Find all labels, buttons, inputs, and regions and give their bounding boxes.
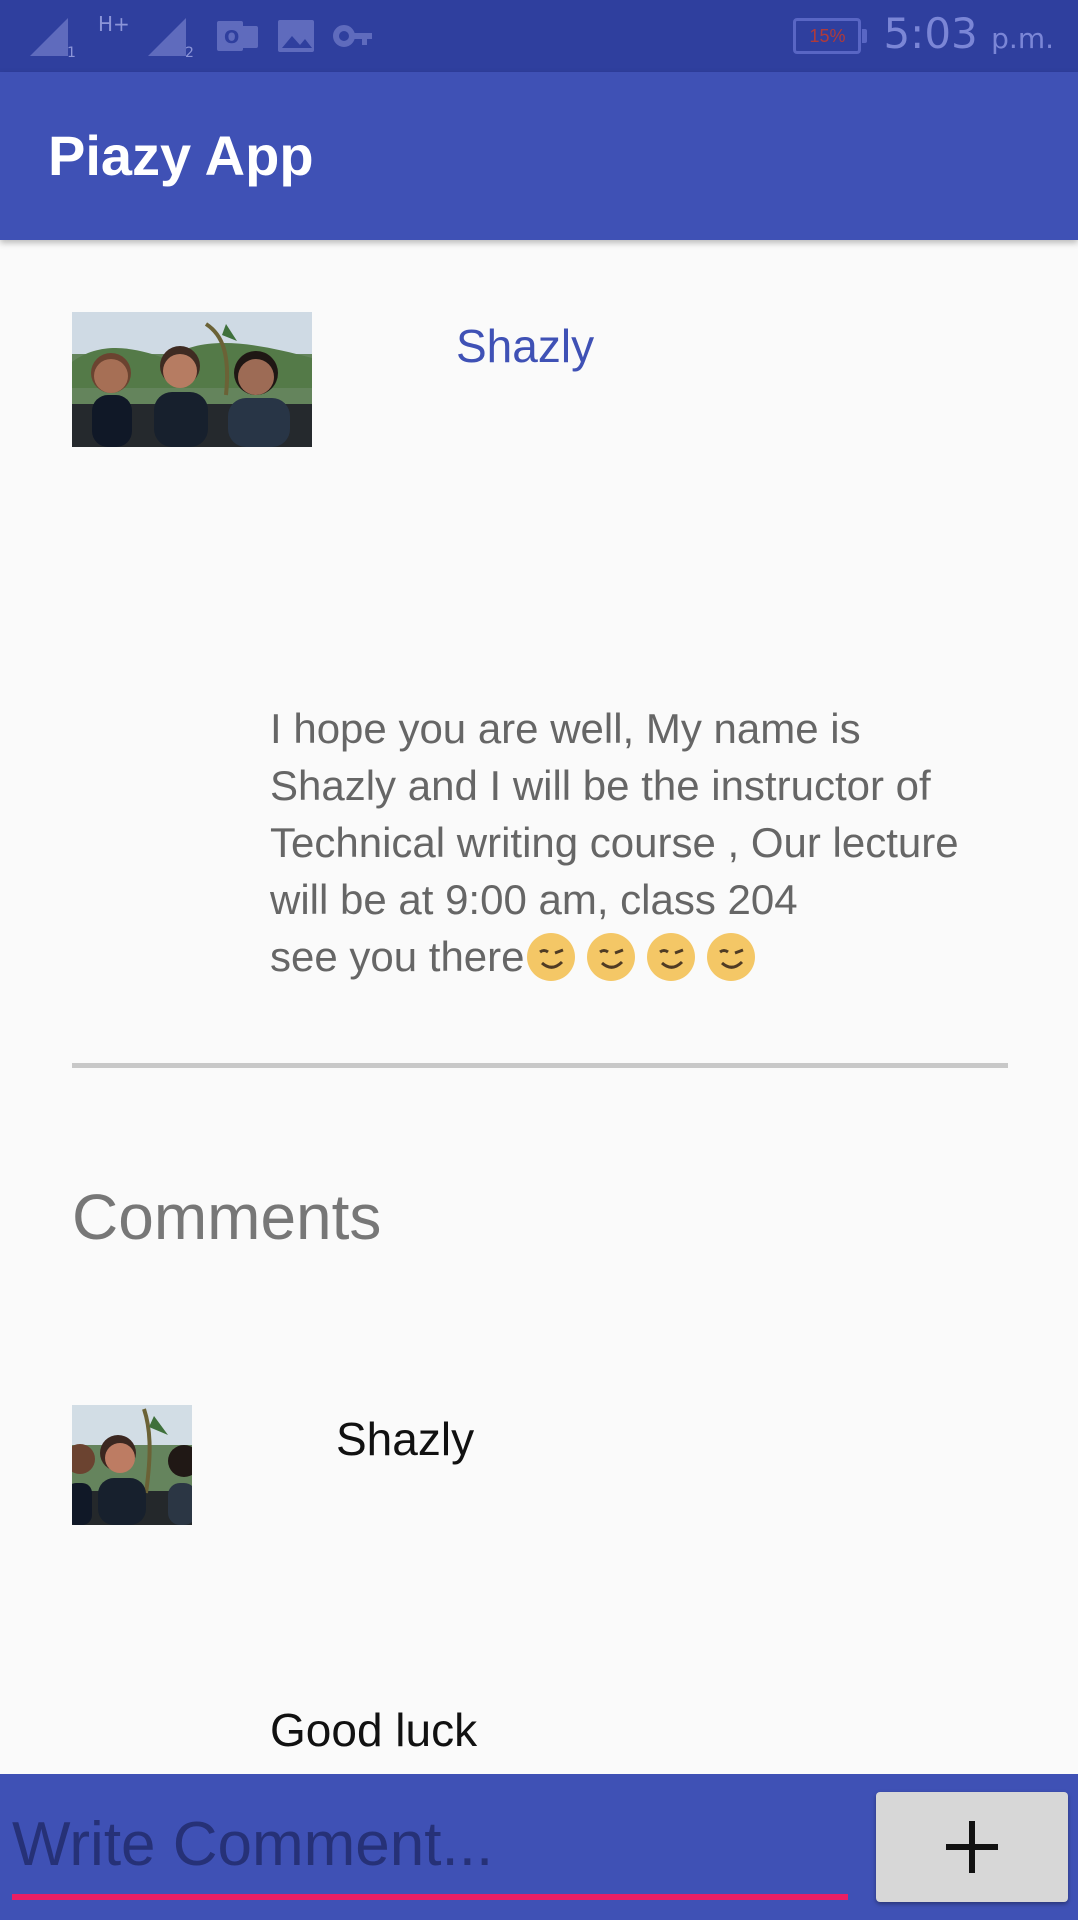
- key-icon: [333, 25, 372, 47]
- sim-two-label: 2: [185, 45, 194, 58]
- status-icons-left: 1 H+ 2 O: [28, 12, 376, 58]
- sim-one-label: 1: [67, 45, 76, 58]
- app-bar: Piazy App: [0, 72, 1078, 240]
- image-icon: [278, 20, 314, 52]
- wink-emoji-icon: [586, 932, 635, 981]
- post-author-name[interactable]: Shazly: [456, 318, 594, 374]
- status-time-period: p.m.: [991, 21, 1054, 55]
- plus-icon: +: [946, 1821, 998, 1873]
- post-detail-content[interactable]: Shazly I hope you are well, My name is S…: [0, 240, 1078, 1774]
- battery-percent: 15%: [809, 26, 846, 46]
- group-selfie-image: [72, 312, 312, 447]
- wink-emoji-icon: [526, 932, 575, 981]
- wink-emoji-icon: [646, 932, 695, 981]
- wink-emoji-row: [525, 928, 757, 985]
- post-body: I hope you are well, My name is Shazly a…: [270, 700, 1070, 985]
- comment-author-photo: [72, 1405, 192, 1525]
- post-divider: [72, 1063, 1008, 1068]
- signal-icon: 2: [148, 18, 194, 58]
- status-icons-right: 15% 5:03 p.m.: [793, 8, 1054, 64]
- status-bar: 1 H+ 2 O 15% 5:03 p.m.: [0, 0, 1078, 72]
- comment-composer: +: [0, 1774, 1078, 1920]
- post-message-text: I hope you are well, My name is Shazly a…: [270, 700, 1070, 985]
- signal-icon: 1: [30, 18, 76, 58]
- wink-emoji-icon: [706, 932, 755, 981]
- outlook-icon: O: [217, 21, 258, 51]
- network-type-icon: H+: [98, 12, 132, 58]
- svg-text:O: O: [224, 27, 239, 48]
- add-comment-button[interactable]: +: [876, 1792, 1068, 1902]
- comment-avatar-image: [72, 1405, 192, 1525]
- comments-heading: Comments: [72, 1181, 382, 1253]
- comment-input[interactable]: [12, 1794, 848, 1900]
- comment-text: Good luck: [270, 1704, 478, 1756]
- network-type-label: H+: [98, 12, 130, 36]
- status-time-value: 5:03: [883, 8, 978, 58]
- battery-icon: 15%: [793, 18, 868, 54]
- app-title: Piazy App: [48, 124, 314, 187]
- status-time: 5:03 p.m.: [883, 6, 1054, 67]
- post-author-photo: [72, 312, 312, 447]
- comment-author-name[interactable]: Shazly: [336, 1410, 474, 1468]
